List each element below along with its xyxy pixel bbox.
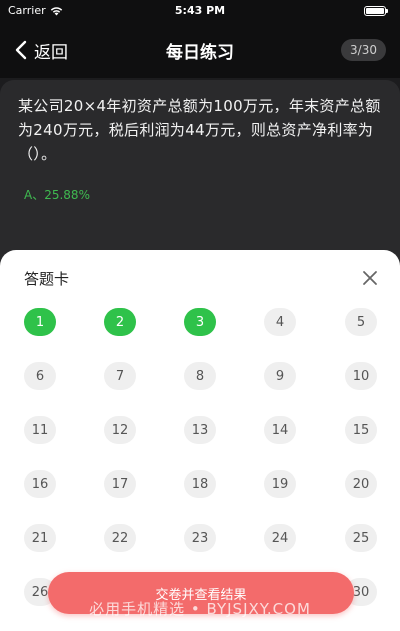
question-number-3[interactable]: 3: [184, 308, 216, 336]
question-number-24[interactable]: 24: [264, 524, 296, 552]
question-number-1[interactable]: 1: [24, 308, 56, 336]
question-number-9[interactable]: 9: [264, 362, 296, 390]
question-number-15[interactable]: 15: [345, 416, 377, 444]
question-number-16[interactable]: 16: [24, 470, 56, 498]
question-card: 某公司20×4年初资产总额为100万元，年末资产总额为240万元，税后利润为44…: [0, 80, 400, 270]
question-number-10[interactable]: 10: [345, 362, 377, 390]
progress-badge: 3/30: [341, 39, 386, 61]
back-label: 返回: [34, 42, 68, 63]
question-number-18[interactable]: 18: [184, 470, 216, 498]
question-number-19[interactable]: 19: [264, 470, 296, 498]
question-number-11[interactable]: 11: [24, 416, 56, 444]
question-number-8[interactable]: 8: [184, 362, 216, 390]
question-number-2[interactable]: 2: [104, 308, 136, 336]
question-number-7[interactable]: 7: [104, 362, 136, 390]
question-number-13[interactable]: 13: [184, 416, 216, 444]
question-number-21[interactable]: 21: [24, 524, 56, 552]
question-number-20[interactable]: 20: [345, 470, 377, 498]
question-number-25[interactable]: 25: [345, 524, 377, 552]
close-icon: [363, 271, 377, 285]
question-number-5[interactable]: 5: [345, 308, 377, 336]
status-time: 5:43 PM: [174, 4, 226, 17]
submit-button[interactable]: 交卷并查看结果: [48, 572, 354, 614]
option-a[interactable]: A、25.88%: [24, 186, 90, 203]
question-number-22[interactable]: 22: [104, 524, 136, 552]
nav-bar: 返回 每日练习 3/30: [0, 22, 400, 78]
close-button[interactable]: [360, 268, 380, 288]
status-bar: Carrier 5:43 PM: [0, 0, 400, 22]
question-number-14[interactable]: 14: [264, 416, 296, 444]
chevron-left-icon: [15, 40, 27, 60]
question-number-6[interactable]: 6: [24, 362, 56, 390]
question-number-17[interactable]: 17: [104, 470, 136, 498]
question-number-12[interactable]: 12: [104, 416, 136, 444]
battery-icon: [364, 6, 388, 16]
question-number-23[interactable]: 23: [184, 524, 216, 552]
back-button[interactable]: 返回: [14, 36, 68, 64]
question-number-4[interactable]: 4: [264, 308, 296, 336]
battery-level: [366, 8, 384, 14]
sheet-title: 答题卡: [24, 270, 70, 288]
question-text: 某公司20×4年初资产总额为100万元，年末资产总额为240万元，税后利润为44…: [18, 97, 381, 163]
